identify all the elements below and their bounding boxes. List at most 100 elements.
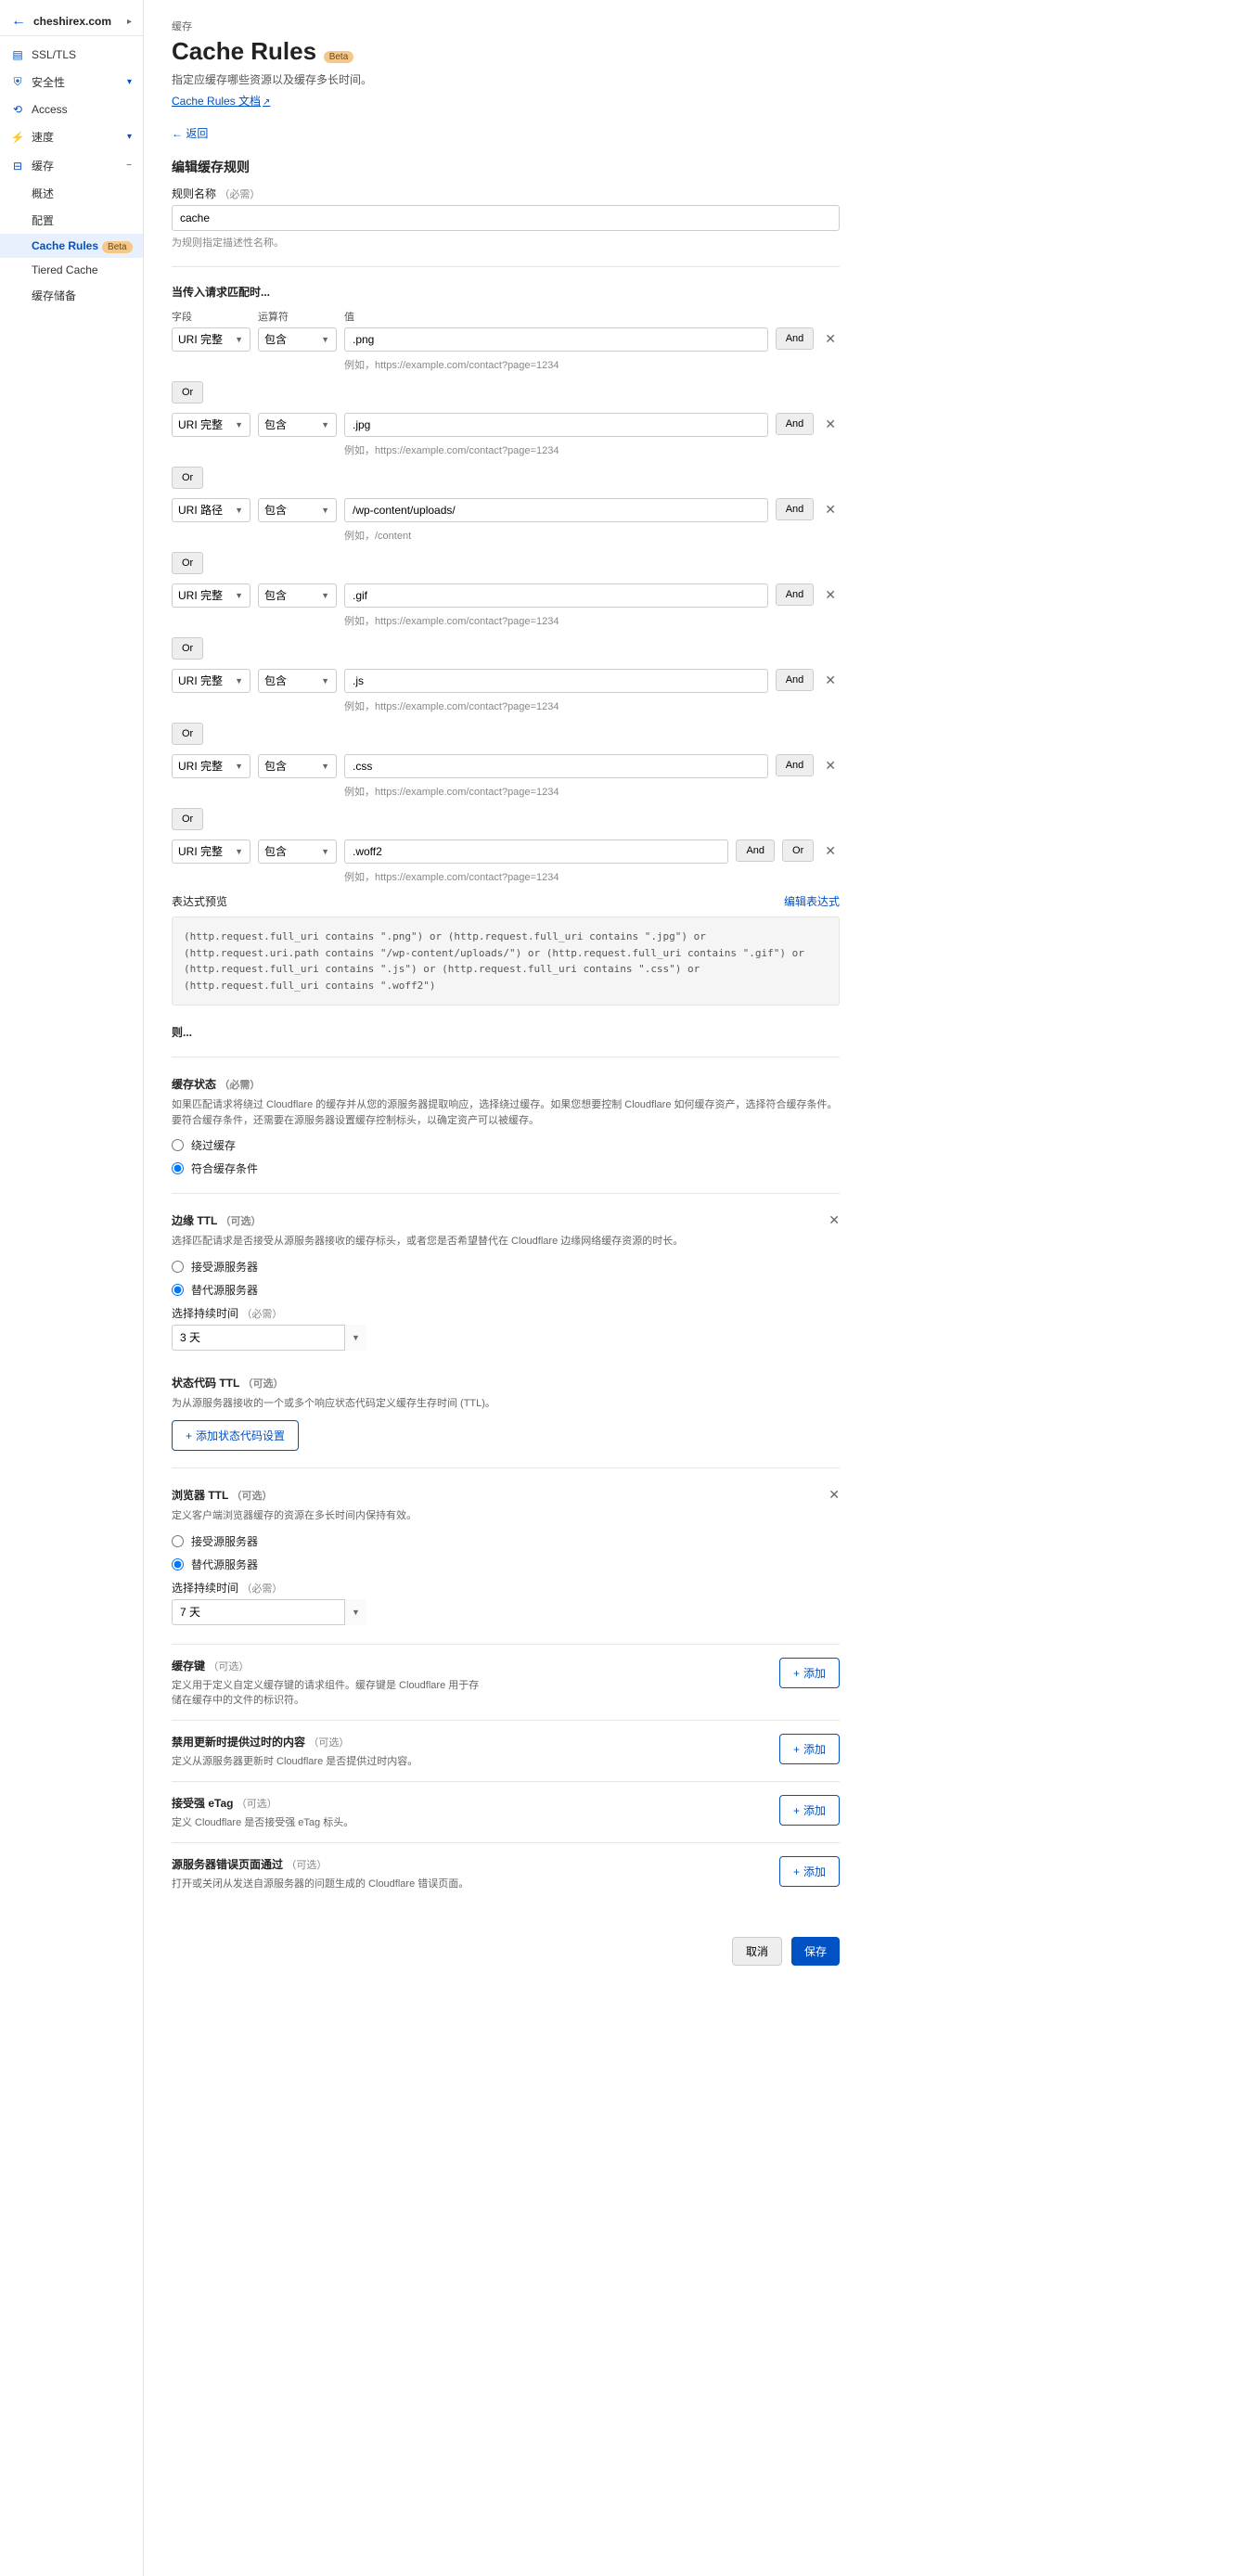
col-val: 值	[344, 309, 354, 324]
value-input[interactable]	[344, 669, 768, 693]
and-button[interactable]: And	[776, 669, 815, 691]
subnav-overview[interactable]: 概述	[32, 180, 143, 207]
subnav-cache-rules[interactable]: Cache RulesBeta	[0, 234, 143, 258]
value-input[interactable]	[344, 498, 768, 522]
cancel-button[interactable]: 取消	[732, 1937, 782, 1966]
value-input[interactable]	[344, 754, 768, 778]
or-separator[interactable]: Or	[172, 723, 203, 745]
radio-bypass[interactable]: 绕过缓存	[172, 1137, 840, 1153]
value-input[interactable]	[344, 413, 768, 437]
edge-duration-select[interactable]: 3 天	[172, 1325, 366, 1351]
or-separator[interactable]: Or	[172, 381, 203, 404]
or-button[interactable]: Or	[782, 839, 814, 862]
subnav-config[interactable]: 配置	[32, 207, 143, 234]
radio-eligible[interactable]: 符合缓存条件	[172, 1160, 840, 1176]
nav-cache[interactable]: ⊟缓存−	[0, 151, 143, 180]
and-button[interactable]: And	[776, 498, 815, 520]
example-text: 例如，https://example.com/contact?page=1234	[344, 442, 840, 457]
operator-select[interactable]: 包含	[258, 498, 337, 522]
bolt-icon: ⚡	[11, 131, 24, 144]
add-setting-button[interactable]: +添加	[779, 1658, 840, 1688]
operator-select[interactable]: 包含	[258, 583, 337, 608]
field-select[interactable]: URI 路径	[172, 498, 250, 522]
value-input[interactable]	[344, 327, 768, 352]
operator-select[interactable]: 包含	[258, 669, 337, 693]
delete-row-button[interactable]: ✕	[821, 583, 840, 607]
edge-ttl-desc: 选择匹配请求是否接受从源服务器接收的缓存标头，或者您是否希望替代在 Cloudf…	[172, 1234, 840, 1250]
or-separator[interactable]: Or	[172, 808, 203, 830]
col-op: 运算符	[258, 309, 337, 324]
add-setting-button[interactable]: +添加	[779, 1795, 840, 1826]
nav-access[interactable]: ⟲Access	[0, 96, 143, 122]
and-button[interactable]: And	[776, 327, 815, 350]
and-button[interactable]: And	[776, 583, 815, 606]
field-select[interactable]: URI 完整	[172, 413, 250, 437]
or-separator[interactable]: Or	[172, 552, 203, 574]
radio-edge-origin[interactable]: 接受源服务器	[172, 1259, 840, 1275]
delete-row-button[interactable]: ✕	[821, 327, 840, 351]
value-input[interactable]	[344, 839, 728, 864]
and-button[interactable]: And	[736, 839, 775, 862]
col-field: 字段	[172, 309, 250, 324]
nav-ssl[interactable]: ▤SSL/TLS	[0, 42, 143, 68]
radio-edge-override[interactable]: 替代源服务器	[172, 1282, 840, 1298]
chevron-icon: ▾	[127, 132, 132, 142]
edit-expr-link[interactable]: 编辑表达式	[784, 893, 840, 909]
chevron-icon: ▾	[127, 77, 132, 87]
site-name: cheshirex.com	[33, 15, 127, 28]
setting-title: 源服务器错误页面通过 （可选）	[172, 1856, 469, 1872]
field-select[interactable]: URI 完整	[172, 583, 250, 608]
field-select[interactable]: URI 完整	[172, 754, 250, 778]
subnav-tiered[interactable]: Tiered Cache	[32, 258, 143, 282]
subnav-reserve[interactable]: 缓存储备	[32, 282, 143, 309]
and-button[interactable]: And	[776, 413, 815, 435]
field-select[interactable]: URI 完整	[172, 839, 250, 864]
docs-link[interactable]: Cache Rules 文档↗	[172, 95, 270, 108]
delete-row-button[interactable]: ✕	[821, 498, 840, 521]
edge-ttl-title: 边缘 TTL （可选）	[172, 1212, 840, 1228]
example-text: 例如，https://example.com/contact?page=1234	[344, 698, 840, 713]
edge-dur-label: 选择持续时间 （必需）	[172, 1305, 840, 1321]
operator-select[interactable]: 包含	[258, 413, 337, 437]
and-button[interactable]: And	[776, 754, 815, 776]
delete-row-button[interactable]: ✕	[821, 839, 840, 863]
or-separator[interactable]: Or	[172, 467, 203, 489]
sidebar: ← cheshirex.com ▸ ▤SSL/TLS ⛨安全性▾ ⟲Access…	[0, 0, 144, 2576]
radio-browser-origin[interactable]: 接受源服务器	[172, 1533, 840, 1549]
beta-badge: Beta	[102, 241, 133, 253]
browser-duration-select[interactable]: 7 天	[172, 1599, 366, 1625]
operator-select[interactable]: 包含	[258, 327, 337, 352]
example-text: 例如，https://example.com/contact?page=1234	[344, 357, 840, 372]
return-link[interactable]: ← 返回	[172, 125, 208, 141]
nav-speed[interactable]: ⚡速度▾	[0, 122, 143, 151]
value-input[interactable]	[344, 583, 768, 608]
add-setting-button[interactable]: +添加	[779, 1856, 840, 1887]
operator-select[interactable]: 包含	[258, 839, 337, 864]
setting-title: 禁用更新时提供过时的内容 （可选）	[172, 1734, 417, 1749]
add-status-code-button[interactable]: +添加状态代码设置	[172, 1420, 299, 1451]
then-label: 则...	[172, 1024, 840, 1040]
field-select[interactable]: URI 完整	[172, 327, 250, 352]
field-select[interactable]: URI 完整	[172, 669, 250, 693]
status-ttl-desc: 为从源服务器接收的一个或多个响应状态代码定义缓存生存时间 (TTL)。	[172, 1396, 840, 1412]
nav-security[interactable]: ⛨安全性▾	[0, 68, 143, 96]
back-arrow-icon[interactable]: ←	[11, 13, 26, 30]
browser-ttl-title: 浏览器 TTL （可选）	[172, 1487, 840, 1503]
or-separator[interactable]: Or	[172, 637, 203, 660]
close-browser-ttl[interactable]: ✕	[829, 1487, 840, 1503]
delete-row-button[interactable]: ✕	[821, 754, 840, 777]
site-selector[interactable]: ← cheshirex.com ▸	[0, 7, 143, 36]
breadcrumb: 缓存	[172, 19, 840, 33]
example-text: 例如，https://example.com/contact?page=1234	[344, 613, 840, 628]
operator-select[interactable]: 包含	[258, 754, 337, 778]
save-button[interactable]: 保存	[791, 1937, 840, 1966]
delete-row-button[interactable]: ✕	[821, 669, 840, 692]
add-setting-button[interactable]: +添加	[779, 1734, 840, 1764]
delete-row-button[interactable]: ✕	[821, 413, 840, 436]
radio-browser-override[interactable]: 替代源服务器	[172, 1557, 840, 1572]
rule-name-label: 规则名称 （必需）	[172, 186, 840, 201]
example-text: 例如，https://example.com/contact?page=1234	[344, 869, 840, 884]
rule-name-input[interactable]	[172, 205, 840, 231]
setting-title: 缓存键 （可选）	[172, 1658, 487, 1673]
close-edge-ttl[interactable]: ✕	[829, 1212, 840, 1228]
